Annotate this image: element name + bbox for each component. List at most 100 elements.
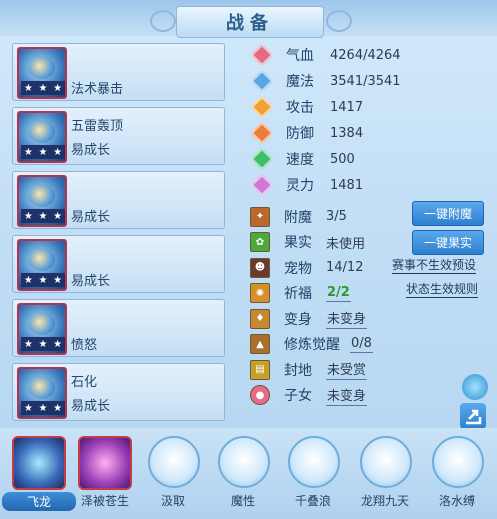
absorb-skill-icon bbox=[148, 436, 200, 488]
attribute-label: 附魔 bbox=[284, 209, 312, 226]
children-icon: ● bbox=[250, 385, 270, 406]
attribute-value[interactable]: 未受赏 bbox=[326, 359, 368, 381]
dragon-skill-icon bbox=[12, 436, 66, 490]
stat-value: 1384 bbox=[330, 125, 364, 141]
star-rating: ★ ★ ★ bbox=[21, 81, 65, 95]
stat-row-defense: 防御 1384 bbox=[250, 120, 430, 146]
attribute-row-fief[interactable]: ▤ 封地 未受赏 bbox=[250, 357, 490, 383]
spirit-icon bbox=[250, 173, 274, 197]
event-preset-link[interactable]: 赛事不生效预设 bbox=[392, 256, 477, 274]
attribute-label: 果实 bbox=[284, 235, 312, 252]
card-trait: 易成长 bbox=[71, 210, 111, 225]
attribute-value[interactable]: 未变身 bbox=[326, 385, 368, 406]
blessing-skill-icon bbox=[78, 436, 132, 490]
title-decoration-right bbox=[326, 10, 352, 32]
attribute-row-children[interactable]: ● 子女 未变身 bbox=[250, 383, 490, 409]
stat-row-attack: 攻击 1417 bbox=[250, 94, 430, 120]
fruit-icon: ✿ bbox=[250, 232, 270, 253]
stat-value: 3541/3541 bbox=[330, 73, 401, 89]
wave-skill-icon bbox=[288, 436, 340, 488]
attribute-value: 14/12 bbox=[326, 260, 364, 276]
stat-label: 魔法 bbox=[286, 74, 314, 90]
star-rating: ★ ★ ★ bbox=[21, 145, 65, 159]
stat-row-hp: 气血 4264/4264 bbox=[250, 42, 430, 68]
skill-slot[interactable]: 汲取 bbox=[144, 434, 202, 519]
skill-slot[interactable]: 泽被苍生 bbox=[76, 434, 134, 519]
status-rules-link[interactable]: 状态生效规则 bbox=[406, 280, 479, 298]
blessing-icon: ✺ bbox=[250, 283, 270, 304]
equipment-card[interactable]: ★ ★ ★ 易成长 bbox=[12, 235, 225, 293]
helmet-icon: ★ ★ ★ bbox=[17, 111, 67, 163]
equipment-panel: { "title": "战备", "cards": [ {"line1": ""… bbox=[0, 0, 497, 519]
panel-title: 战备 bbox=[226, 13, 274, 34]
stat-label: 攻击 bbox=[286, 100, 314, 116]
card-trait: 易成长 bbox=[71, 143, 111, 158]
attribute-value[interactable]: 2/2 bbox=[326, 285, 351, 302]
star-rating: ★ ★ ★ bbox=[21, 337, 65, 351]
heart-icon bbox=[250, 43, 274, 67]
transform-icon: ♦ bbox=[250, 308, 270, 329]
stat-row-spirit: 灵力 1481 bbox=[250, 172, 430, 198]
demon-nature-skill-icon bbox=[218, 436, 270, 488]
attribute-label: 宠物 bbox=[284, 260, 312, 277]
attribute-value[interactable]: 0/8 bbox=[350, 336, 373, 353]
stat-label: 气血 bbox=[286, 48, 314, 64]
attribute-value: 3/5 bbox=[326, 209, 347, 225]
star-rating: ★ ★ ★ bbox=[21, 273, 65, 287]
soaring-dragon-skill-icon bbox=[360, 436, 412, 488]
skill-name: 泽被苍生 bbox=[80, 494, 129, 508]
equipment-card[interactable]: ★ ★ ★ 法术暴击 bbox=[12, 43, 225, 101]
card-skill: 石化 bbox=[71, 375, 98, 390]
attribute-label: 封地 bbox=[284, 362, 312, 379]
attribute-value[interactable]: 未变身 bbox=[326, 308, 368, 330]
card-skill: 五雷轰顶 bbox=[71, 119, 124, 134]
armor-icon: ★ ★ ★ bbox=[17, 239, 67, 291]
mana-icon bbox=[250, 69, 274, 93]
stat-label: 防御 bbox=[286, 126, 314, 142]
skill-slot[interactable]: 龙翔九天 bbox=[356, 434, 414, 519]
fief-icon: ▤ bbox=[250, 359, 270, 380]
cultivation-icon: ▲ bbox=[250, 334, 270, 355]
skill-name: 汲取 bbox=[160, 494, 185, 508]
title-bar: 战备 bbox=[176, 6, 324, 38]
equipment-card[interactable]: ★ ★ ★ 五雷轰顶 易成长 bbox=[12, 107, 225, 165]
skill-slot[interactable]: 洛水缚 bbox=[428, 434, 486, 519]
skill-slot[interactable]: 千叠浪 bbox=[284, 434, 342, 519]
speed-icon bbox=[250, 147, 274, 171]
stat-label: 速度 bbox=[286, 152, 314, 168]
attack-icon bbox=[250, 95, 274, 119]
sword-icon: ★ ★ ★ bbox=[17, 47, 67, 99]
card-trait: 法术暴击 bbox=[71, 82, 124, 97]
equipment-card[interactable]: ★ ★ ★ 易成长 bbox=[12, 171, 225, 229]
skill-name: 魔性 bbox=[230, 494, 255, 508]
equipment-card-list: ★ ★ ★ 法术暴击 ★ ★ ★ 五雷轰顶 易成长 ★ ★ ★ 易成长 ★ ★ ★ 易成长 ★ ★… bbox=[12, 43, 225, 427]
attribute-label: 子女 bbox=[284, 388, 312, 405]
belt-icon: ★ ★ ★ bbox=[17, 303, 67, 355]
card-trait: 易成长 bbox=[71, 399, 111, 414]
stat-value: 4264/4264 bbox=[330, 47, 401, 63]
skill-slot[interactable]: 飞龙 bbox=[2, 434, 76, 519]
equipment-card[interactable]: ★ ★ ★ 愤怒 bbox=[12, 299, 225, 357]
boots-icon: ★ ★ ★ bbox=[17, 367, 67, 419]
enchant-icon: ✦ bbox=[250, 206, 270, 227]
share-icon[interactable] bbox=[460, 403, 486, 429]
skill-name: 龙翔九天 bbox=[360, 494, 409, 508]
one-click-fruit-button[interactable]: 一键果实 bbox=[412, 230, 484, 255]
stat-row-speed: 速度 500 bbox=[250, 146, 430, 172]
skill-slot[interactable]: 魔性 bbox=[214, 434, 272, 519]
attribute-label: 变身 bbox=[284, 311, 312, 328]
attribute-row-transform[interactable]: ♦ 变身 未变身 bbox=[250, 306, 490, 332]
stat-value: 500 bbox=[330, 151, 355, 167]
one-click-enchant-button[interactable]: 一键附魔 bbox=[412, 201, 484, 226]
stat-row-mp: 魔法 3541/3541 bbox=[250, 68, 430, 94]
water-bind-skill-icon bbox=[432, 436, 484, 488]
stat-value: 1481 bbox=[330, 177, 364, 193]
equipment-card[interactable]: ★ ★ ★ 石化 易成长 bbox=[12, 363, 225, 421]
attribute-label: 修炼觉醒 bbox=[284, 337, 340, 354]
skill-name: 飞龙 bbox=[2, 492, 76, 511]
attribute-value: 未使用 bbox=[326, 236, 366, 252]
card-trait: 易成长 bbox=[71, 274, 111, 289]
refresh-icon[interactable] bbox=[462, 374, 488, 400]
attribute-row-cultivation[interactable]: ▲ 修炼觉醒 0/8 bbox=[250, 332, 490, 358]
title-decoration-left bbox=[150, 10, 176, 32]
